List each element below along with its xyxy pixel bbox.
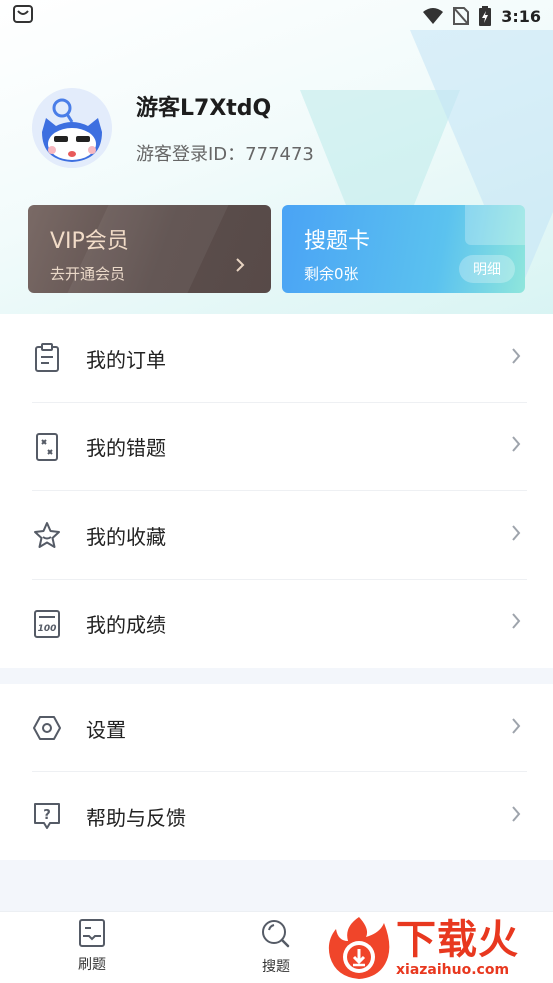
menu-item-orders[interactable]: 我的订单 [0, 314, 553, 403]
svg-text:100: 100 [38, 624, 57, 634]
status-time: 3:16 [501, 6, 541, 26]
svg-text:?: ? [43, 808, 51, 823]
wrong-questions-icon [32, 432, 62, 462]
status-bar: 3:16 [0, 0, 553, 32]
search-icon [262, 920, 290, 948]
user-id: 游客登录ID：777473 [136, 144, 314, 165]
menu-item-wrong-questions[interactable]: 我的错题 [0, 403, 553, 491]
menu-label: 帮助与反馈 [86, 805, 186, 830]
membership-cards: VIP会员 去开通会员 搜题卡 剩余0张 明细 [28, 205, 525, 293]
vip-title: VIP会员 [50, 229, 129, 254]
chevron-right-icon [511, 347, 521, 370]
star-icon [32, 520, 62, 550]
tab-label: 搜题 [262, 959, 290, 975]
watermark: 下载火 xiazaihuo.com [326, 912, 553, 983]
menu-item-favorites[interactable]: 我的收藏 [0, 491, 553, 580]
menu-group-settings: 设置 ? 帮助与反馈 [0, 684, 553, 860]
detail-button[interactable]: 明细 [459, 255, 515, 283]
chevron-right-icon [511, 524, 521, 547]
menu-label: 设置 [86, 717, 126, 742]
username: 游客L7XtdQ [136, 96, 272, 121]
menu-label: 我的成绩 [86, 613, 166, 638]
vip-subtitle: 去开通会员 [50, 265, 126, 283]
chevron-right-icon [511, 717, 521, 740]
watermark-url: xiazaihuo.com [396, 961, 510, 978]
menu-label: 我的收藏 [86, 524, 166, 549]
flame-logo-icon [326, 915, 392, 981]
no-sim-icon [453, 7, 470, 25]
avatar[interactable] [32, 88, 112, 168]
practice-icon [79, 919, 105, 947]
mascot-avatar-icon [32, 88, 112, 168]
search-card-title: 搜题卡 [304, 229, 371, 254]
profile-section[interactable]: 游客L7XtdQ 游客登录ID：777473 [32, 88, 314, 168]
chevron-right-icon [511, 612, 521, 635]
battery-icon [479, 6, 492, 26]
menu-group-main: 我的订单 我的错题 我的收藏 100 我的成绩 [0, 314, 553, 668]
chevron-right-icon [511, 805, 521, 828]
tab-label: 刷题 [78, 957, 106, 973]
tab-practice[interactable]: 刷题 [0, 912, 184, 983]
menu-item-scores[interactable]: 100 我的成绩 [0, 580, 553, 669]
chevron-right-icon [511, 435, 521, 458]
hexagon-gear-icon [32, 713, 62, 743]
notification-icon [13, 5, 33, 23]
chevron-right-icon [235, 257, 245, 277]
menu-label: 我的订单 [86, 347, 166, 372]
score-100-icon: 100 [32, 609, 62, 639]
menu-label: 我的错题 [86, 436, 166, 461]
wifi-icon [423, 8, 444, 24]
help-chat-icon: ? [32, 801, 62, 831]
menu-item-help[interactable]: ? 帮助与反馈 [0, 772, 553, 860]
menu-item-settings[interactable]: 设置 [0, 684, 553, 772]
watermark-text: 下载火 [396, 916, 519, 963]
vip-card[interactable]: VIP会员 去开通会员 [28, 205, 271, 293]
clipboard-icon [32, 343, 62, 373]
search-card[interactable]: 搜题卡 剩余0张 明细 [282, 205, 525, 293]
